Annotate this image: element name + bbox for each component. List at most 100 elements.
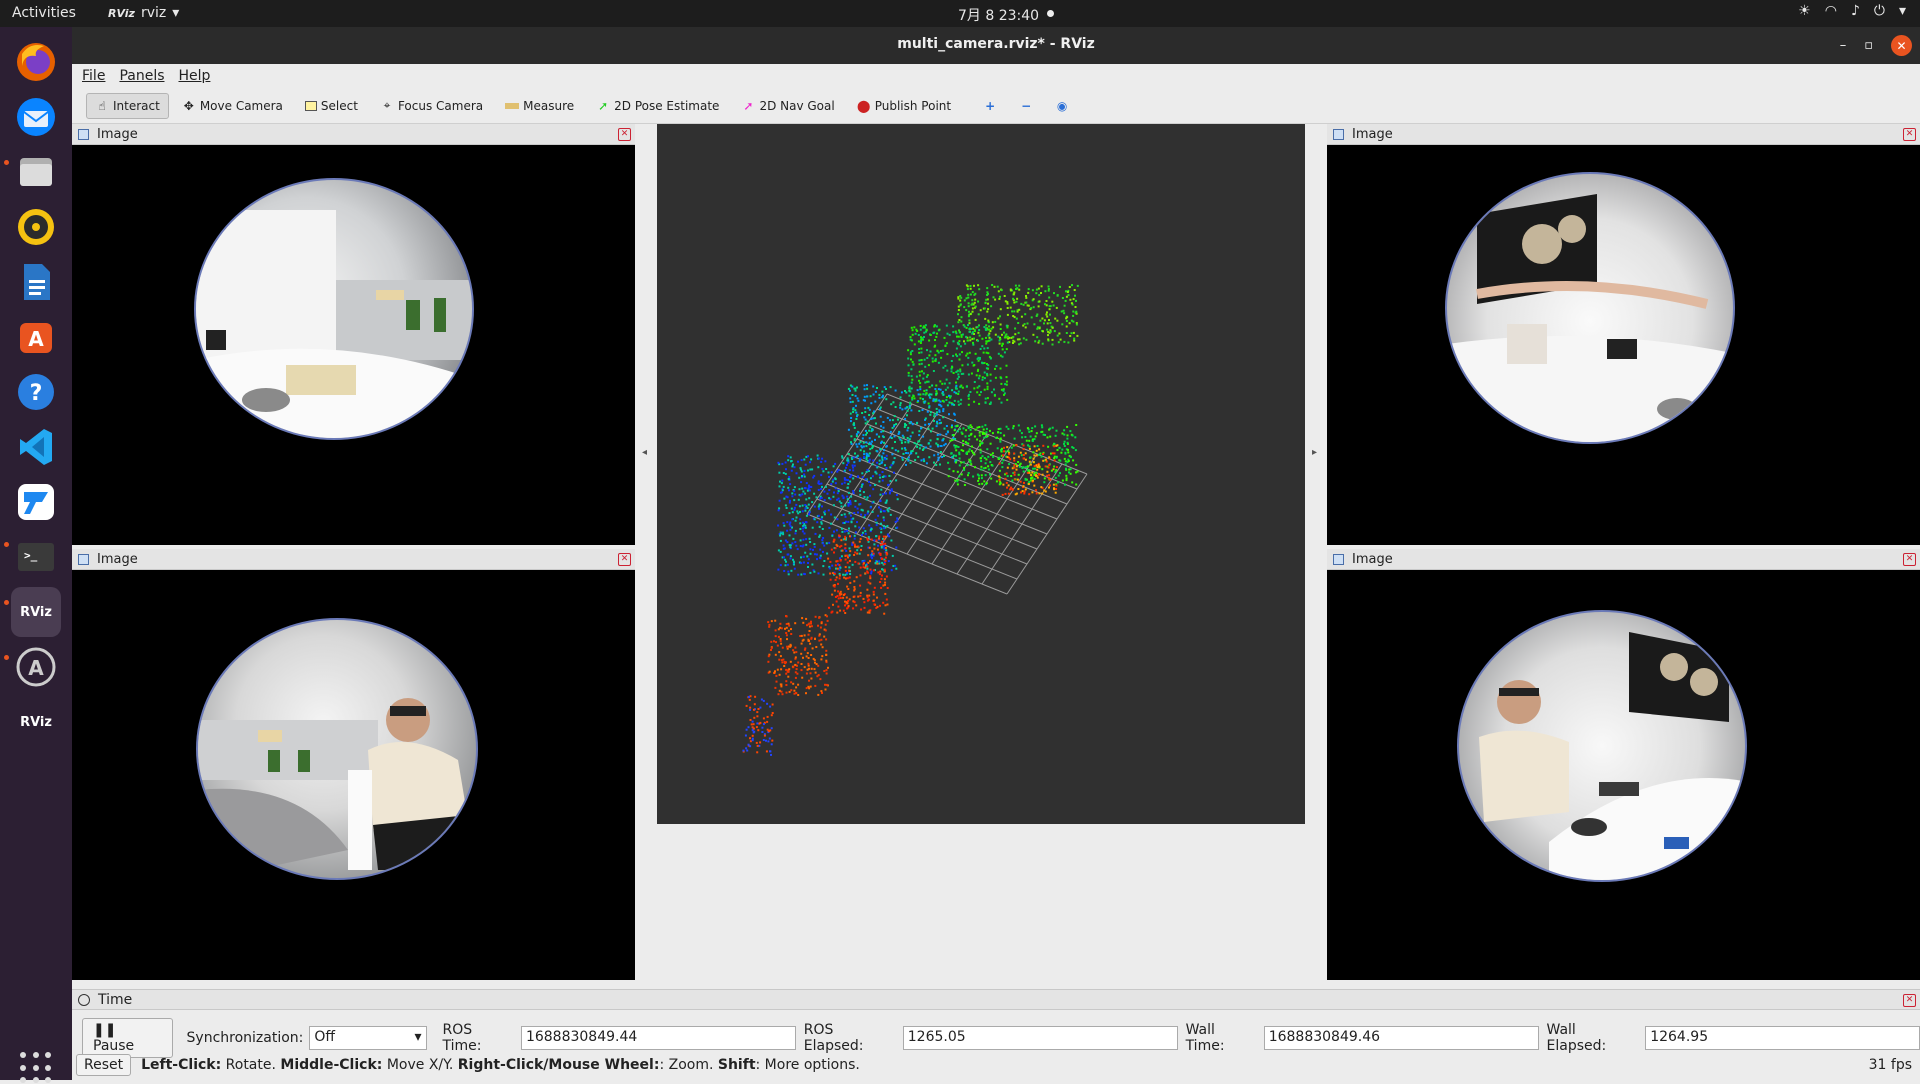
wall-time-field[interactable]: 1688830849.46 — [1263, 1026, 1539, 1050]
pink-arrow-icon: ➚ — [743, 98, 754, 113]
camera-feed[interactable] — [1327, 570, 1920, 980]
camera-feed[interactable] — [72, 145, 635, 545]
panel-header: Image ✕ — [1327, 549, 1920, 570]
fisheye-camera-image — [1445, 172, 1735, 444]
rviz-icon[interactable]: RViz — [11, 587, 61, 637]
camera-feed[interactable] — [1327, 145, 1920, 545]
pause-button[interactable]: ❚❚ Pause — [82, 1018, 173, 1058]
volume-icon[interactable]: ♪ — [1851, 3, 1860, 19]
office-person-scene-graphic — [198, 698, 468, 878]
move-icon: ✥ — [183, 98, 194, 113]
splitter-handle-left[interactable]: ◂ — [642, 447, 647, 458]
todesk-icon[interactable] — [11, 477, 61, 527]
brightness-icon[interactable]: ☀ — [1798, 3, 1811, 19]
measure-tool-button[interactable]: Measure — [496, 93, 583, 119]
camera-feed[interactable] — [72, 570, 635, 980]
3d-render-view[interactable] — [657, 124, 1305, 824]
wall-elapsed-label: Wall Elapsed: — [1546, 1022, 1607, 1054]
close-panel-icon[interactable]: ✕ — [618, 553, 631, 566]
files-icon[interactable] — [11, 147, 61, 197]
chevron-down-icon: ▾ — [414, 1029, 422, 1045]
menu-file[interactable]: File — [82, 68, 105, 84]
publish-point-tool-button[interactable]: ⬤ Publish Point — [848, 93, 960, 119]
wifi-icon[interactable]: ◠ — [1825, 3, 1837, 19]
panel-header: Image ✕ — [72, 124, 635, 145]
pose-estimate-tool-button[interactable]: ➚ 2D Pose Estimate — [587, 93, 728, 119]
close-panel-icon[interactable]: ✕ — [1903, 994, 1916, 1007]
fisheye-camera-image — [1457, 610, 1747, 882]
title-bar[interactable]: multi_camera.rviz* - RViz – ▫ ✕ — [72, 27, 1920, 64]
focus-camera-tool-button[interactable]: ⌖ Focus Camera — [371, 92, 492, 119]
splitter-handle-right[interactable]: ▸ — [1312, 447, 1317, 458]
thunderbird-icon[interactable] — [11, 92, 61, 142]
terminal-icon[interactable]: >_ — [11, 532, 61, 582]
rhythmbox-icon[interactable] — [11, 202, 61, 252]
image-icon — [1333, 128, 1344, 140]
close-panel-icon[interactable]: ✕ — [618, 128, 631, 141]
power-icon[interactable]: ⏻ — [1874, 3, 1885, 19]
plus-icon: + — [985, 98, 996, 113]
libreoffice-writer-icon[interactable] — [11, 257, 61, 307]
nav-goal-tool-button[interactable]: ➚ 2D Nav Goal — [732, 93, 843, 119]
app-menu[interactable]: RViz rviz ▾ — [108, 5, 179, 21]
top-bar: Activities RViz rviz ▾ 7月 8 23:40 ☀ ◠ ♪ … — [0, 0, 1920, 27]
menu-help[interactable]: Help — [179, 68, 211, 84]
desk-person-scene-graphic — [1479, 632, 1745, 880]
system-tray[interactable]: ☀ ◠ ♪ ⏻ ▾ — [1798, 3, 1906, 19]
clock[interactable]: 7月 8 23:40 — [958, 5, 1039, 25]
minimize-icon[interactable]: – — [1840, 38, 1847, 53]
pause-icon: ❚❚ — [93, 1022, 117, 1038]
notification-dot-icon — [1047, 10, 1054, 17]
ros-elapsed-field[interactable]: 1265.05 — [902, 1026, 1178, 1050]
chevron-down-icon[interactable]: ▾ — [1899, 3, 1906, 19]
menu-panels[interactable]: Panels — [119, 68, 164, 84]
ruler-icon — [505, 102, 520, 109]
fisheye-camera-image — [194, 178, 474, 440]
image-panel-top-right: Image ✕ — [1327, 124, 1920, 545]
vscode-icon[interactable] — [11, 422, 61, 472]
remove-tool-button[interactable]: − — [1010, 93, 1042, 119]
ros-time-field[interactable]: 1688830849.44 — [520, 1026, 796, 1050]
eye-icon: ◉ — [1056, 98, 1068, 113]
rviz-window: multi_camera.rviz* - RViz – ▫ ✕ File Pan… — [72, 27, 1920, 1080]
software-updater-icon[interactable]: A — [11, 642, 61, 692]
image-icon — [1333, 553, 1344, 565]
firefox-icon[interactable] — [11, 37, 61, 87]
ros-time-label: ROS Time: — [442, 1022, 482, 1054]
interact-tool-button[interactable]: ☝ Interact — [86, 92, 169, 119]
reset-button[interactable]: Reset — [76, 1054, 132, 1076]
minus-icon: − — [1021, 98, 1032, 113]
window-title: multi_camera.rviz* - RViz — [897, 36, 1095, 52]
app-center-icon[interactable]: A — [11, 312, 61, 362]
maximize-icon[interactable]: ▫ — [1864, 38, 1873, 53]
office-scene-graphic — [196, 210, 472, 438]
svg-text:A: A — [28, 327, 44, 351]
help-icon[interactable]: ? — [11, 367, 61, 417]
rviz-icon[interactable]: RViz — [11, 697, 61, 747]
sync-select[interactable]: Off ▾ — [309, 1026, 427, 1050]
time-panel-header: Time ✕ — [72, 989, 1920, 1010]
dock: A ? >_ RViz A RViz — [0, 27, 72, 1084]
add-tool-button[interactable]: + — [974, 93, 1006, 119]
activities-button[interactable]: Activities — [12, 5, 76, 21]
image-panel-bottom-left: Image ✕ — [72, 549, 635, 980]
view-options-button[interactable]: ◉ — [1046, 93, 1078, 119]
point-cloud-visualization — [742, 284, 1088, 756]
close-panel-icon[interactable]: ✕ — [1903, 553, 1916, 566]
ros-elapsed-label: ROS Elapsed: — [803, 1022, 864, 1054]
green-arrow-icon: ➚ — [598, 98, 609, 113]
status-bar: Reset Left-Click: Rotate. Middle-Click: … — [76, 1054, 1912, 1076]
select-tool-button[interactable]: Select — [296, 93, 367, 119]
move-camera-tool-button[interactable]: ✥ Move Camera — [173, 93, 292, 119]
desk-scene-graphic — [1447, 194, 1733, 442]
close-icon[interactable]: ✕ — [1891, 35, 1912, 56]
svg-text:>_: >_ — [24, 549, 38, 562]
show-apps-icon[interactable] — [20, 1052, 52, 1084]
wall-elapsed-field[interactable]: 1264.95 — [1645, 1026, 1920, 1050]
sync-label: Synchronization: — [186, 1030, 304, 1046]
map-pin-icon: ⬤ — [856, 98, 871, 113]
image-panel-top-left: Image ✕ — [72, 124, 635, 545]
close-panel-icon[interactable]: ✕ — [1903, 128, 1916, 141]
svg-text:A: A — [28, 656, 44, 680]
point-cloud-points — [742, 284, 1079, 756]
